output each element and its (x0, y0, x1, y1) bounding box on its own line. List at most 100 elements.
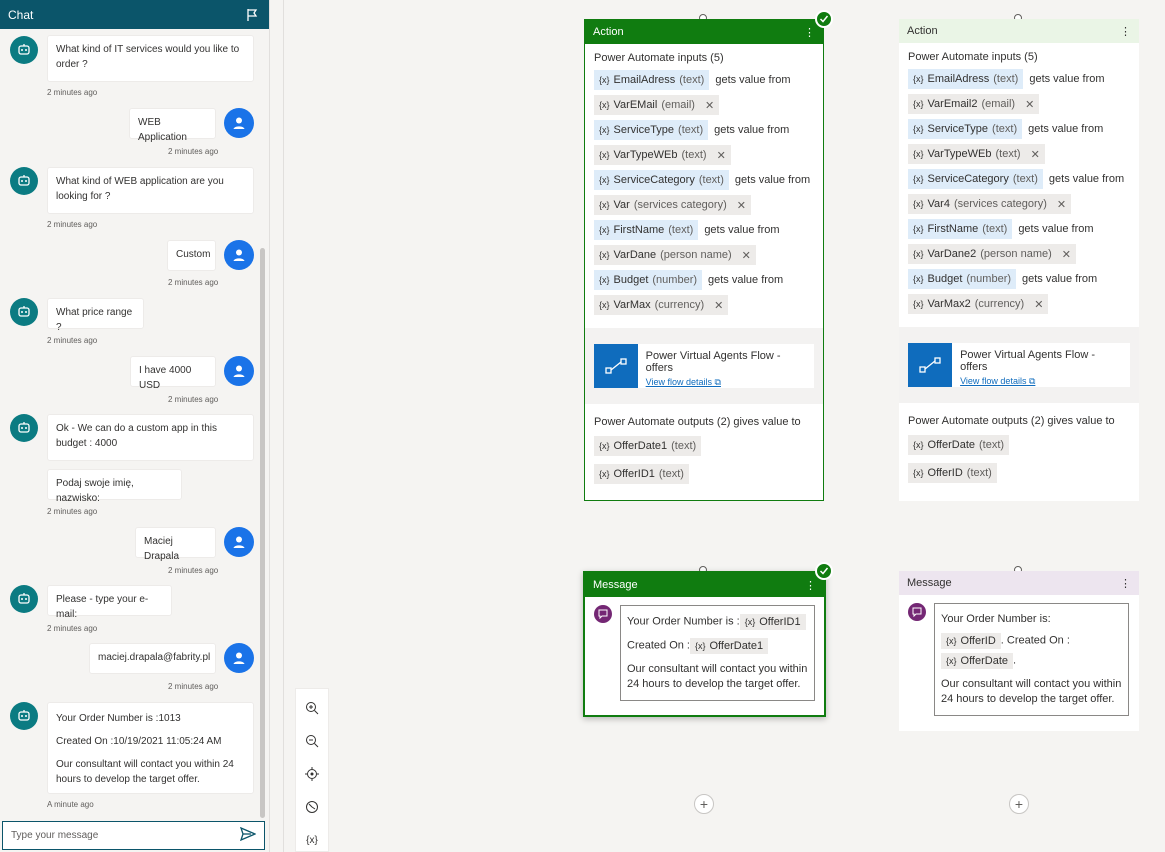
chat-panel: Chat What kind of IT services would you … (0, 0, 270, 852)
minimap-icon[interactable] (303, 798, 321, 816)
flow-input-pill: {x} Budget (number) (594, 270, 703, 290)
remove-icon[interactable]: ✕ (742, 249, 751, 262)
message-time: 2 minutes ago (47, 88, 98, 97)
message-time: 2 minutes ago (47, 507, 98, 516)
more-options-icon[interactable]: ⋮ (1120, 577, 1131, 590)
remove-icon[interactable]: ✕ (1031, 148, 1040, 161)
message-time: A minute ago (47, 800, 94, 809)
input-parameter-row: {x} FirstName (text) gets value from (908, 219, 1130, 239)
message-node-left[interactable]: Message ⋮ Your Order Number is : {x} Offer… (583, 571, 826, 717)
bot-message: Ok - We can do a custom app in this budg… (47, 414, 254, 461)
variable-pill[interactable]: {x} VarDane2 (person name) ✕ (908, 244, 1076, 264)
variable-pill[interactable]: {x} VarTypeWEb (text) ✕ (908, 144, 1045, 164)
view-flow-details-link[interactable]: View flow details ⧉ (960, 376, 1122, 387)
flow-input-pill: {x} ServiceType (text) (594, 120, 709, 140)
remove-icon[interactable]: ✕ (1034, 298, 1043, 311)
remove-icon[interactable]: ✕ (714, 299, 723, 312)
variable-pill[interactable]: {x} VarMax (currency) ✕ (594, 295, 729, 315)
action-node-right[interactable]: Action ⋮ Power Automate inputs (5) {x} Em… (899, 19, 1139, 501)
input-parameter-row: {x} FirstName (text) gets value from (594, 220, 814, 240)
chat-message-input[interactable] (11, 830, 240, 841)
bot-avatar (10, 36, 38, 64)
remove-icon[interactable]: ✕ (717, 149, 726, 162)
variable-pill[interactable]: {x} VarDane (person name) ✕ (594, 245, 756, 265)
action-node-left[interactable]: Action ⋮ Power Automate inputs (5) {x} Em… (584, 19, 824, 501)
more-options-icon[interactable]: ⋮ (804, 26, 815, 39)
input-parameter-row: {x} ServiceType (text) gets value from (594, 120, 814, 140)
bot-message: Your Order Number is :1013 Created On :1… (47, 702, 254, 794)
variable-pill[interactable]: {x} VarEmail2 (email) ✕ (908, 94, 1040, 114)
send-icon[interactable] (239, 826, 257, 844)
chat-header: Chat (0, 0, 269, 29)
variable-pill[interactable]: {x} OfferID (text) (908, 463, 997, 483)
message-time: 2 minutes ago (47, 336, 98, 345)
chat-input-box (2, 821, 265, 850)
input-variable-row: {x} VarMax2 (currency) ✕ (908, 294, 1130, 314)
remove-icon[interactable]: ✕ (705, 99, 714, 112)
zoom-out-icon[interactable] (303, 732, 321, 750)
bot-message: What kind of WEB application are you loo… (47, 167, 254, 214)
variable-pill[interactable]: {x} VarTypeWEb (text) ✕ (594, 145, 731, 165)
variable-pill[interactable]: {x} OfferID1 (text) (594, 464, 689, 484)
remove-icon[interactable]: ✕ (1057, 198, 1066, 211)
input-variable-row: {x} VarTypeWEb (text) ✕ (908, 144, 1130, 164)
variable-pill[interactable]: {x} VarEMail (email) ✕ (594, 95, 720, 115)
remove-icon[interactable]: ✕ (737, 199, 746, 212)
bot-message: What price range ? (47, 298, 144, 333)
recenter-icon[interactable] (303, 765, 321, 783)
message-time: 2 minutes ago (168, 278, 219, 287)
user-message: WEB Application (129, 108, 216, 143)
flow-input-pill: {x} Budget (number) (908, 269, 1017, 289)
chat-transcript: What kind of IT services would you like … (0, 29, 262, 819)
more-options-icon[interactable]: ⋮ (805, 579, 816, 592)
bot-avatar (10, 414, 38, 442)
add-node-button[interactable]: + (1009, 794, 1029, 814)
variable-pill[interactable]: {x} Var4 (services category) ✕ (908, 194, 1072, 214)
outputs-section: Power Automate outputs (2) gives value t… (899, 403, 1139, 499)
remove-icon[interactable]: ✕ (1025, 98, 1034, 111)
user-message: maciej.drapala@fabrity.pl (89, 643, 216, 674)
message-content[interactable]: Your Order Number is : {x} OfferID1 Create… (620, 605, 815, 701)
flow-icon (594, 344, 638, 388)
message-icon (908, 603, 926, 621)
flow-area: Power Virtual Agents Flow - offers View … (899, 327, 1139, 403)
more-options-icon[interactable]: ⋮ (1120, 25, 1131, 38)
user-avatar (224, 356, 254, 386)
flow-input-pill: {x} EmailAdress (text) (594, 70, 710, 90)
remove-icon[interactable]: ✕ (1062, 248, 1071, 261)
flow-card[interactable]: Power Virtual Agents Flow - offers View … (594, 344, 814, 388)
variables-button[interactable]: {x} (303, 831, 321, 849)
user-message: Custom (167, 240, 216, 271)
message-node-header: Message ⋮ (899, 571, 1139, 595)
flag-icon[interactable] (245, 8, 259, 22)
input-parameter-row: {x} EmailAdress (text) gets value from (594, 70, 814, 90)
variable-pill[interactable]: {x} Var (services category) ✕ (594, 195, 751, 215)
variable-pill: {x} OfferDate1 (689, 638, 769, 654)
user-avatar (224, 240, 254, 270)
flow-card[interactable]: Power Virtual Agents Flow - offers View … (908, 343, 1130, 387)
message-time: 2 minutes ago (47, 624, 98, 633)
message-node-right[interactable]: Message ⋮ Your Order Number is: {x} Offer… (899, 571, 1139, 731)
flow-name: Power Virtual Agents Flow - offers (645, 350, 781, 374)
zoom-in-icon[interactable] (303, 699, 321, 717)
output-variable-row: {x} OfferDate (text) (908, 435, 1130, 455)
chat-scrollbar[interactable] (260, 248, 265, 818)
input-parameter-row: {x} ServiceCategory (text) gets value from (594, 170, 814, 190)
action-node-header: Action ⋮ (899, 19, 1139, 43)
variable-pill[interactable]: {x} OfferDate (text) (908, 435, 1010, 455)
view-flow-details-link[interactable]: View flow details ⧉ (646, 377, 806, 388)
flow-input-pill: {x} FirstName (text) (908, 219, 1013, 239)
input-variable-row: {x} VarDane (person name) ✕ (594, 245, 814, 265)
input-variable-row: {x} VarDane2 (person name) ✕ (908, 244, 1130, 264)
input-variable-row: {x} Var4 (services category) ✕ (908, 194, 1130, 214)
variable-pill[interactable]: {x} VarMax2 (currency) ✕ (908, 294, 1049, 314)
flow-input-pill: {x} FirstName (text) (594, 220, 699, 240)
message-content[interactable]: Your Order Number is: {x} OfferID. Create… (934, 603, 1129, 716)
variable-pill[interactable]: {x} OfferDate1 (text) (594, 436, 702, 456)
user-avatar (224, 643, 254, 673)
bot-avatar (10, 702, 38, 730)
input-parameter-row: {x} Budget (number) gets value from (908, 269, 1130, 289)
add-node-button[interactable]: + (694, 794, 714, 814)
variable-pill: {x} OfferID (941, 633, 1001, 649)
bot-avatar (10, 298, 38, 326)
